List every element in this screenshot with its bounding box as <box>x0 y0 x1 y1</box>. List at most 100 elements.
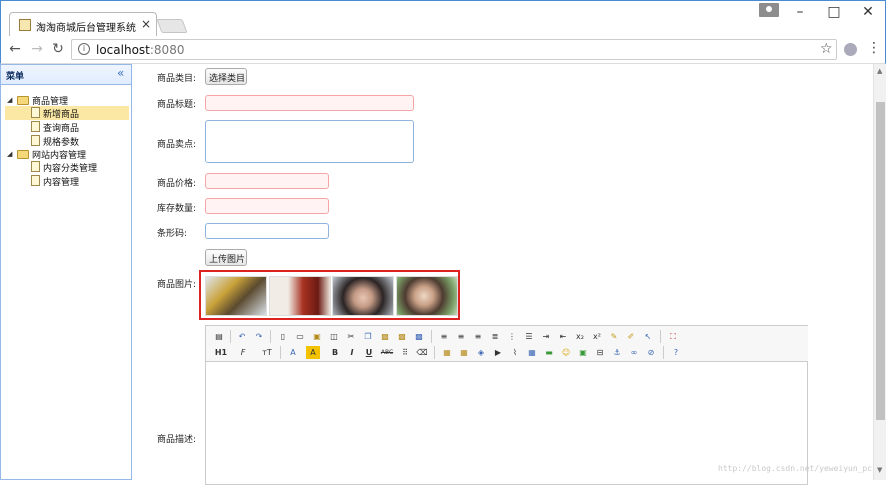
underline-icon[interactable]: U <box>362 346 376 359</box>
indent-icon[interactable]: ⇥ <box>539 330 553 343</box>
tree-folder-content[interactable]: ◢ 网站内容管理 <box>5 147 129 161</box>
superscript-icon[interactable]: x² <box>590 330 604 343</box>
paste-word-icon[interactable]: ▩ <box>412 330 426 343</box>
image-insert-icon[interactable]: ▦ <box>440 346 454 359</box>
paste-icon[interactable]: ▩ <box>378 330 392 343</box>
emoticon-icon[interactable]: ☺ <box>559 346 573 359</box>
scroll-thumb[interactable] <box>876 102 885 420</box>
back-icon[interactable]: ← <box>7 41 23 57</box>
template-icon[interactable]: ▣ <box>310 330 324 343</box>
folder-icon <box>17 96 29 105</box>
title-label: 商品标题: <box>157 100 197 110</box>
product-image-3[interactable] <box>332 276 394 316</box>
stock-label: 库存数量: <box>157 204 197 214</box>
editor-toolbar: ▤ ↶ ↷ ▯ ▭ ▣ ◫ ✂ ❐ ▩ ▩ ▩ ≡ ≡ ≡ ≣ ⋮ ☰ ⇥ ⇤ … <box>206 326 808 362</box>
highlight-icon[interactable]: A <box>306 346 320 359</box>
select-category-button[interactable]: 选择类目 <box>205 68 247 85</box>
new-tab-button[interactable] <box>156 19 188 33</box>
minimize-icon[interactable]: – <box>790 4 810 20</box>
maximize-icon[interactable]: □ <box>824 4 844 20</box>
tab-title: 淘淘商城后台管理系统 <box>36 23 136 34</box>
scroll-down-icon[interactable]: ▼ <box>877 466 882 474</box>
product-image-1[interactable] <box>205 276 267 316</box>
browser-tab[interactable]: 淘淘商城后台管理系统 × <box>9 12 157 37</box>
unlink-icon[interactable]: ⊘ <box>644 346 658 359</box>
expand-triangle-icon[interactable]: ◢ <box>7 150 12 158</box>
upload-image-button[interactable]: 上传图片 <box>205 249 247 266</box>
image-preview-box <box>199 270 460 320</box>
copy-icon[interactable]: ❐ <box>361 330 375 343</box>
hr-icon[interactable]: ▬ <box>542 346 556 359</box>
window-close-icon[interactable]: ✕ <box>858 4 878 20</box>
font-size-icon[interactable]: тT <box>258 346 276 359</box>
ordered-list-icon[interactable]: ⋮ <box>505 330 519 343</box>
line-height-icon[interactable]: ⠿ <box>398 346 412 359</box>
select-all-icon[interactable]: ✐ <box>624 330 638 343</box>
heading-icon[interactable]: H1 <box>212 346 230 359</box>
user-icon[interactable] <box>759 3 779 17</box>
tree-item-content-category[interactable]: 内容分类管理 <box>5 160 129 174</box>
font-color-icon[interactable]: A <box>286 346 300 359</box>
outdent-icon[interactable]: ⇤ <box>556 330 570 343</box>
folder-icon <box>17 150 29 159</box>
help-icon[interactable]: ? <box>669 346 683 359</box>
paste-text-icon[interactable]: ▩ <box>395 330 409 343</box>
bullet-list-icon[interactable]: ☰ <box>522 330 536 343</box>
expand-triangle-icon[interactable]: ◢ <box>7 96 12 104</box>
media-icon[interactable]: ▶ <box>491 346 505 359</box>
align-justify-icon[interactable]: ≣ <box>488 330 502 343</box>
eraser-icon[interactable]: ⌫ <box>415 346 429 359</box>
barcode-input[interactable] <box>205 223 329 239</box>
close-icon[interactable]: × <box>141 17 151 31</box>
tree-folder-product[interactable]: ◢ 商品管理 <box>5 93 129 107</box>
print-icon[interactable]: ▭ <box>293 330 307 343</box>
redo-icon[interactable]: ↷ <box>252 330 266 343</box>
scroll-up-icon[interactable]: ▲ <box>877 67 882 75</box>
tree-item-spec-params[interactable]: 规格参数 <box>5 134 129 148</box>
table-icon[interactable]: ▦ <box>525 346 539 359</box>
file-icon <box>31 121 40 132</box>
product-image-2[interactable] <box>269 276 331 316</box>
subscript-icon[interactable]: x₂ <box>573 330 587 343</box>
preview-icon[interactable]: ▯ <box>276 330 290 343</box>
info-icon[interactable]: i <box>78 43 90 55</box>
multi-image-icon[interactable]: ▦ <box>457 346 471 359</box>
flash-icon[interactable]: ◈ <box>474 346 488 359</box>
product-image-4[interactable] <box>396 276 458 316</box>
select-icon[interactable]: ↖ <box>641 330 655 343</box>
map-icon[interactable]: ▣ <box>576 346 590 359</box>
menu-icon[interactable]: ⋮ <box>867 40 881 56</box>
sellpoint-textarea[interactable] <box>205 120 414 163</box>
undo-icon[interactable]: ↶ <box>235 330 249 343</box>
font-family-icon[interactable]: F <box>236 346 250 359</box>
price-input[interactable] <box>205 173 329 189</box>
bold-icon[interactable]: B <box>328 346 342 359</box>
editor-content-area[interactable] <box>206 363 807 484</box>
tree-item-content-manage[interactable]: 内容管理 <box>5 174 129 188</box>
link-icon[interactable]: ∞ <box>627 346 641 359</box>
source-icon[interactable]: ▤ <box>212 330 226 343</box>
extension-icon[interactable] <box>844 43 857 56</box>
reload-icon[interactable]: ↻ <box>50 41 66 57</box>
align-center-icon[interactable]: ≡ <box>454 330 468 343</box>
attachment-icon[interactable]: ⌇ <box>508 346 522 359</box>
star-icon[interactable]: ☆ <box>820 41 833 57</box>
url-input[interactable]: i localhost:8080 ☆ <box>71 39 837 60</box>
align-right-icon[interactable]: ≡ <box>471 330 485 343</box>
stock-input[interactable] <box>205 198 329 214</box>
italic-icon[interactable]: I <box>345 346 359 359</box>
collapse-icon[interactable]: « <box>117 66 124 80</box>
code-icon[interactable]: ◫ <box>327 330 341 343</box>
fullscreen-icon[interactable]: ⛶ <box>666 330 680 343</box>
tree-item-add-product[interactable]: 新增商品 <box>5 106 129 120</box>
cut-icon[interactable]: ✂ <box>344 330 358 343</box>
forward-icon[interactable]: → <box>29 41 45 57</box>
page-scrollbar[interactable]: ▲ ▼ <box>873 64 886 480</box>
anchor-icon[interactable]: ⚓ <box>610 346 624 359</box>
title-input[interactable] <box>205 95 414 111</box>
tree-item-query-product[interactable]: 查询商品 <box>5 120 129 134</box>
strikethrough-icon[interactable]: ABC <box>379 346 395 359</box>
clear-format-icon[interactable]: ✎ <box>607 330 621 343</box>
align-left-icon[interactable]: ≡ <box>437 330 451 343</box>
pagebreak-icon[interactable]: ⊟ <box>593 346 607 359</box>
